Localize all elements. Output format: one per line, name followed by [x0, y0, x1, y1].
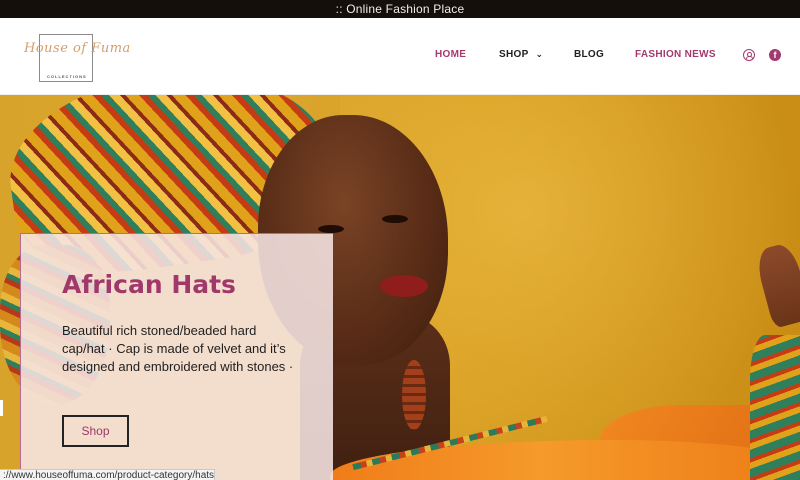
- shop-button[interactable]: Shop: [62, 415, 129, 447]
- logo-subtitle: COLLECTIONS: [47, 74, 87, 79]
- model-eye: [382, 215, 408, 223]
- user-account-icon[interactable]: [743, 49, 755, 61]
- hero-banner: African Hats Beautiful rich stoned/beade…: [0, 95, 800, 480]
- facebook-icon[interactable]: f: [769, 49, 781, 61]
- nav-shop-label: SHOP: [499, 49, 529, 60]
- hero-title: African Hats: [62, 270, 236, 299]
- nav-blog[interactable]: BLOG: [574, 49, 604, 60]
- hero-text-card: African Hats Beautiful rich stoned/beade…: [20, 233, 333, 480]
- browser-status-url: ://www.houseoffuma.com/product-category/…: [0, 469, 215, 480]
- site-header: House of Fuma COLLECTIONS HOME SHOP ⌄ BLO…: [0, 18, 800, 95]
- slider-indicator[interactable]: [0, 400, 3, 416]
- nav-fashion-news[interactable]: FASHION NEWS: [635, 49, 716, 60]
- chevron-down-icon: ⌄: [535, 49, 544, 59]
- nav-shop[interactable]: SHOP ⌄: [499, 49, 543, 60]
- model-eye: [318, 225, 344, 233]
- announcement-text: :: Online Fashion Place: [335, 2, 465, 16]
- hero-description: Beautiful rich stoned/beaded hard cap/ha…: [62, 323, 294, 374]
- top-announcement-bar: :: Online Fashion Place: [0, 0, 800, 18]
- nav-home[interactable]: HOME: [435, 49, 466, 60]
- logo-script-text: House of Fuma: [24, 41, 131, 56]
- earring-image: [402, 360, 426, 430]
- site-logo[interactable]: House of Fuma COLLECTIONS: [24, 30, 130, 84]
- model-arm-image: [750, 335, 800, 480]
- model-lips: [380, 275, 428, 297]
